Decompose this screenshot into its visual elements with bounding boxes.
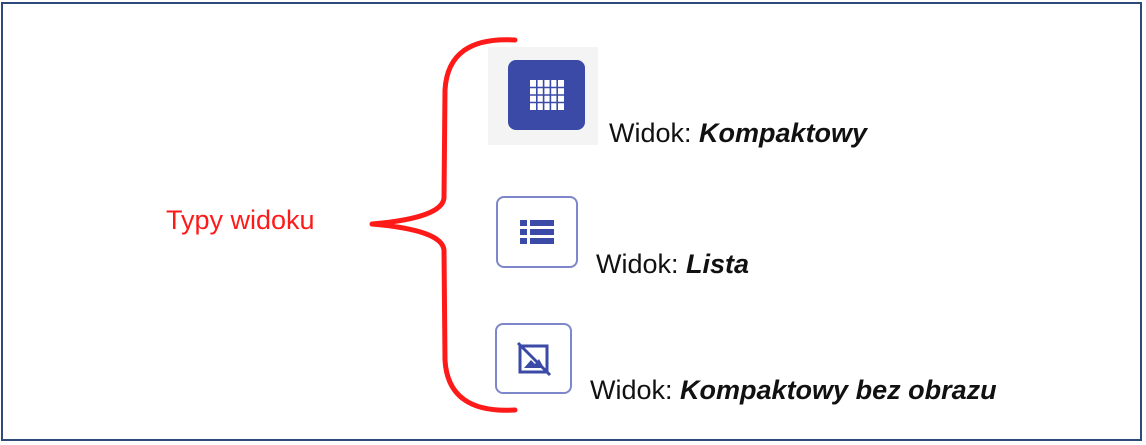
compact-view-label: Widok: Kompaktowy <box>609 118 867 149</box>
grid-icon <box>529 80 564 110</box>
compact-no-image-view-label: Widok: Kompaktowy bez obrazu <box>590 375 997 406</box>
view-prefix: Widok: <box>590 375 673 405</box>
view-types-label: Typy widoku <box>166 205 315 235</box>
list-view-button[interactable] <box>496 196 578 268</box>
compact-no-image-view-button[interactable] <box>495 323 572 394</box>
view-name: Kompaktowy bez obrazu <box>680 375 997 405</box>
view-name: Lista <box>686 249 750 279</box>
compact-view-button[interactable] <box>508 60 585 130</box>
list-icon <box>520 220 554 244</box>
view-prefix: Widok: <box>609 118 692 148</box>
no-image-icon <box>516 341 551 376</box>
view-name: Kompaktowy <box>699 118 868 148</box>
list-view-label: Widok: Lista <box>596 249 749 280</box>
view-prefix: Widok: <box>596 249 679 279</box>
